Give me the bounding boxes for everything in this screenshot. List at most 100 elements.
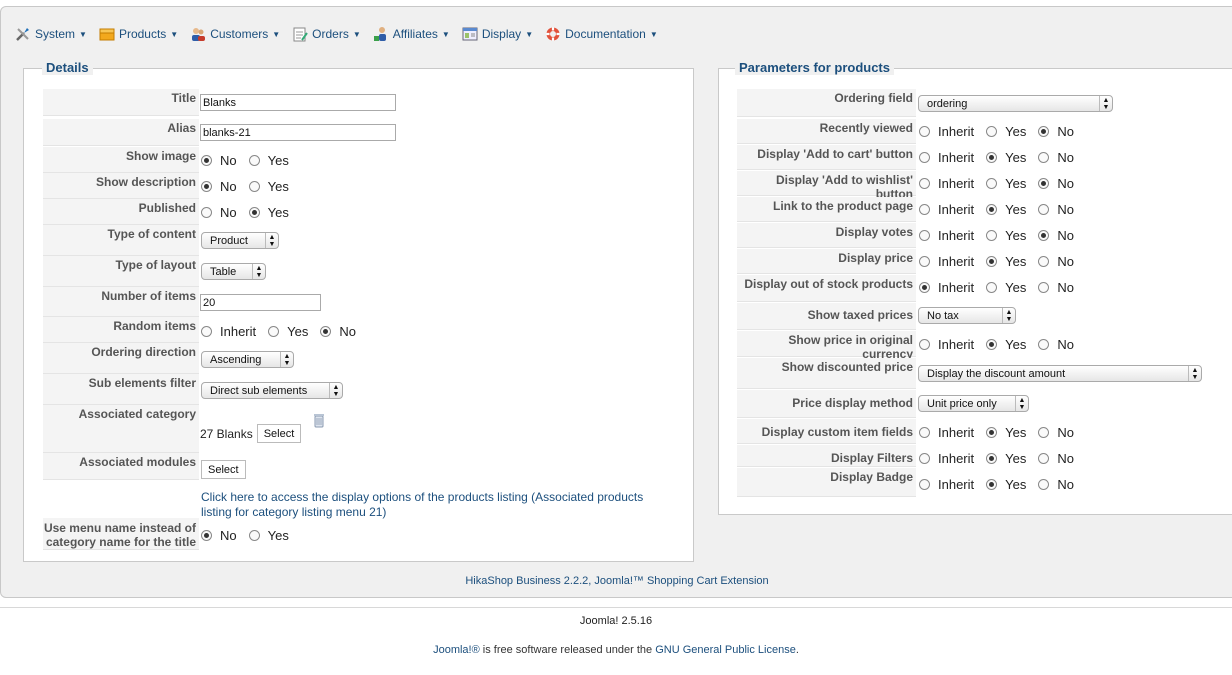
show-image-no-radio[interactable] (201, 155, 212, 166)
alias-input[interactable] (200, 124, 396, 141)
out-of-stock-yes-radio[interactable] (986, 282, 998, 293)
ordering-direction-select[interactable]: Ascending ▲ ▼ (201, 351, 294, 368)
price-inherit-radio[interactable] (919, 256, 930, 267)
published-yes-radio[interactable] (248, 207, 260, 218)
show-description-yes-radio[interactable] (248, 181, 260, 192)
title-input[interactable] (200, 94, 396, 111)
use-menu-name-options: No Yes (201, 528, 301, 543)
chevron-down-icon: ▼ (272, 29, 281, 39)
chevron-down-icon: ▼ (352, 29, 361, 39)
custom-fields-inherit-radio[interactable] (919, 427, 930, 438)
random-items-inherit-radio[interactable] (201, 326, 212, 337)
select-value: Ascending (210, 353, 262, 366)
radio-label: Inherit (938, 280, 975, 295)
radio-label: No (1057, 280, 1074, 295)
add-to-cart-no-radio[interactable] (1038, 152, 1050, 163)
random-items-no-radio[interactable] (320, 326, 332, 337)
radio-label: Inherit (938, 228, 975, 243)
original-currency-options: Inherit Yes No (919, 337, 1086, 352)
random-items-yes-radio[interactable] (268, 326, 280, 337)
radio-label: No (1057, 254, 1074, 269)
badge-yes-radio[interactable] (986, 479, 998, 490)
price-method-select[interactable]: Unit price only ▲ ▼ (918, 395, 1029, 412)
menu-affiliates[interactable]: Affiliates ▼ (373, 26, 450, 42)
radio-label: Yes (1005, 176, 1027, 191)
radio-label: Yes (1005, 150, 1027, 165)
menu-display[interactable]: Display ▼ (462, 26, 533, 42)
recently-viewed-no-radio[interactable] (1038, 126, 1050, 137)
original-currency-label: Show price in original currency (737, 331, 916, 361)
radio-label: Yes (287, 324, 309, 339)
original-currency-yes-radio[interactable] (986, 339, 998, 350)
link-product-no-radio[interactable] (1038, 204, 1050, 215)
add-to-cart-inherit-radio[interactable] (919, 152, 930, 163)
out-of-stock-inherit-radio[interactable] (919, 282, 930, 293)
filters-no-radio[interactable] (1038, 453, 1050, 464)
price-yes-radio[interactable] (986, 256, 998, 267)
assoc-modules-select-button[interactable]: Select (201, 460, 246, 479)
show-image-yes-radio[interactable] (248, 155, 260, 166)
random-items-options: Inherit Yes No (201, 324, 368, 339)
menu-orders-label: Orders (312, 27, 349, 41)
menu-customers[interactable]: Customers ▼ (190, 26, 280, 42)
add-to-wishlist-inherit-radio[interactable] (919, 178, 930, 189)
recently-viewed-inherit-radio[interactable] (919, 126, 930, 137)
use-menu-name-yes-radio[interactable] (248, 530, 260, 541)
gpl-link[interactable]: GNU General Public License (655, 644, 796, 656)
original-currency-no-radio[interactable] (1038, 339, 1050, 350)
link-product-inherit-radio[interactable] (919, 204, 930, 215)
badge-no-radio[interactable] (1038, 479, 1050, 490)
votes-no-radio[interactable] (1038, 230, 1050, 241)
ordering-field-select[interactable]: ordering ▲ ▼ (918, 95, 1113, 112)
published-label: Published (43, 199, 199, 225)
radio-label: No (220, 153, 237, 168)
number-items-input[interactable] (200, 294, 321, 311)
chevron-down-icon: ▼ (170, 29, 179, 39)
radio-label: Yes (1005, 280, 1027, 295)
badge-label: Display Badge (737, 468, 916, 497)
menu-orders[interactable]: Orders ▼ (292, 26, 361, 42)
show-description-no-radio[interactable] (201, 181, 212, 192)
link-product-yes-radio[interactable] (986, 204, 998, 215)
menu-products-label: Products (118, 27, 167, 41)
filters-inherit-radio[interactable] (919, 453, 930, 464)
add-to-cart-yes-radio[interactable] (986, 152, 998, 163)
custom-fields-yes-radio[interactable] (986, 427, 998, 438)
add-to-wishlist-yes-radio[interactable] (986, 178, 998, 189)
menu-documentation[interactable]: Documentation ▼ (545, 26, 658, 42)
menu-system[interactable]: System ▼ (15, 26, 87, 42)
display-options-link[interactable]: Click here to access the display options… (201, 490, 643, 519)
votes-yes-radio[interactable] (986, 230, 998, 241)
out-of-stock-label: Display out of stock products (737, 275, 916, 302)
discounted-price-select[interactable]: Display the discount amount ▲ ▼ (918, 365, 1202, 382)
votes-options: Inherit Yes No (919, 228, 1086, 243)
custom-fields-options: Inherit Yes No (919, 425, 1086, 440)
type-layout-select[interactable]: Table ▲ ▼ (201, 263, 266, 280)
price-no-radio[interactable] (1038, 256, 1050, 267)
type-content-select[interactable]: Product ▲ ▼ (201, 232, 279, 249)
use-menu-name-no-radio[interactable] (201, 530, 212, 541)
original-currency-inherit-radio[interactable] (919, 339, 930, 350)
sub-elements-select[interactable]: Direct sub elements ▲ ▼ (201, 382, 343, 399)
license-end: . (795, 644, 799, 656)
assoc-category-select-button[interactable]: Select (256, 424, 302, 443)
discounted-price-label: Show discounted price (737, 358, 916, 389)
add-to-wishlist-no-radio[interactable] (1038, 178, 1050, 189)
custom-fields-no-radio[interactable] (1038, 427, 1050, 438)
filters-yes-radio[interactable] (986, 453, 998, 464)
out-of-stock-options: Inherit Yes No (919, 280, 1086, 295)
joomla-link[interactable]: Joomla!® (433, 644, 480, 656)
menu-products[interactable]: Products ▼ (99, 26, 178, 42)
out-of-stock-no-radio[interactable] (1038, 282, 1050, 293)
recently-viewed-yes-radio[interactable] (986, 126, 998, 137)
radio-label: Yes (1005, 202, 1027, 217)
votes-inherit-radio[interactable] (919, 230, 930, 241)
trash-icon[interactable] (313, 412, 325, 431)
radio-label: Inherit (938, 477, 975, 492)
taxed-prices-select[interactable]: No tax ▲ ▼ (918, 307, 1016, 324)
badge-inherit-radio[interactable] (919, 479, 930, 490)
published-no-radio[interactable] (201, 207, 212, 218)
license-line: Joomla!® is free software released under… (0, 644, 1232, 656)
radio-label: Yes (1005, 254, 1027, 269)
chevron-down-icon: ▼ (525, 29, 534, 39)
